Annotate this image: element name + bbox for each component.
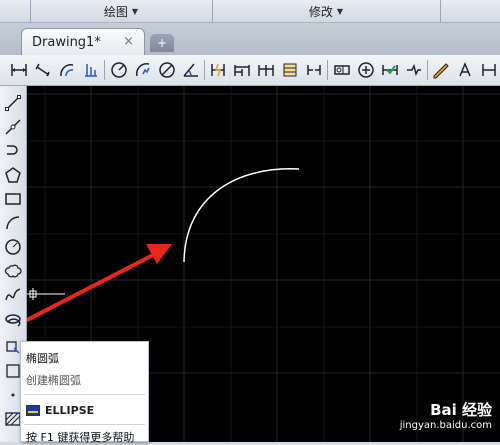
ribbon-panel-titles: 绘图 ▼ 修改 ▼ [0, 0, 500, 23]
command-line-icon [26, 405, 40, 416]
ordinate-dim-icon[interactable] [80, 59, 102, 81]
dropdown-arrow-icon: ▼ [131, 6, 139, 16]
document-tab-bar: Drawing1* × + [0, 23, 500, 55]
tooltip-divider [24, 424, 145, 425]
toolbar-separator [104, 60, 105, 80]
dim-text-edit-icon[interactable] [454, 59, 476, 81]
circle-icon[interactable] [2, 236, 24, 258]
construction-line-icon[interactable] [2, 116, 24, 138]
close-icon[interactable]: × [123, 34, 134, 49]
tolerance-icon[interactable] [331, 59, 353, 81]
ellipse-arc-icon[interactable] [2, 312, 24, 334]
revision-cloud-icon[interactable] [2, 260, 24, 282]
center-mark-icon[interactable] [355, 59, 377, 81]
tab-drawing1[interactable]: Drawing1* × [21, 28, 145, 55]
quick-dim-icon[interactable] [207, 59, 229, 81]
rectangle-icon[interactable] [2, 188, 24, 210]
dropdown-arrow-icon: ▼ [336, 6, 344, 16]
plus-icon: + [156, 36, 168, 50]
tooltip-title: 椭圆弧 [26, 352, 59, 365]
polygon-icon[interactable] [2, 164, 24, 186]
dim-space-icon[interactable] [279, 59, 301, 81]
crosshair-cursor [27, 288, 65, 300]
tooltip-description: 创建椭圆弧 [26, 374, 81, 387]
arc-icon[interactable] [2, 212, 24, 234]
ribbon-panel-modify[interactable]: 修改 ▼ [212, 0, 439, 22]
jogged-dim-icon[interactable] [132, 59, 154, 81]
tooltip-command: ELLIPSE [45, 404, 95, 417]
new-tab-button[interactable]: + [150, 34, 174, 52]
spline-icon[interactable] [2, 284, 24, 306]
line-icon[interactable] [2, 92, 24, 114]
dimension-toolbar [0, 55, 500, 86]
polyline-icon[interactable] [2, 140, 24, 162]
tooltip-help: 按 F1 键获得更多帮助 [26, 431, 135, 444]
aligned-dim-icon[interactable] [32, 59, 54, 81]
dim-edit-icon[interactable] [430, 59, 452, 81]
dim-update-icon[interactable] [478, 59, 500, 81]
toolbar-separator [327, 60, 328, 80]
ribbon-panel-draw[interactable]: 绘图 ▼ [30, 0, 211, 22]
watermark-brand: Bai 经验 [430, 401, 492, 419]
ribbon-panel-draw-label: 绘图 [103, 4, 128, 19]
baseline-dim-icon[interactable] [231, 59, 253, 81]
diameter-dim-icon[interactable] [156, 59, 178, 81]
tab-drawing1-label: Drawing1* [32, 35, 101, 50]
watermark-url: jingyan.baidu.com [399, 420, 492, 431]
continue-dim-icon[interactable] [255, 59, 277, 81]
toolbar-separator [204, 60, 205, 80]
linear-dim-icon[interactable] [8, 59, 30, 81]
radius-dim-icon[interactable] [108, 59, 130, 81]
watermark: Bai 经验 jingyan.baidu.com [400, 402, 492, 434]
jogged-linear-icon[interactable] [403, 59, 425, 81]
angular-dim-icon[interactable] [180, 59, 202, 81]
arc-length-dim-icon[interactable] [56, 59, 78, 81]
ellipse-arc-shape[interactable] [183, 168, 300, 263]
ribbon-panel-partial [440, 0, 500, 22]
tooltip-ellipse-arc: 椭圆弧 创建椭圆弧 ELLIPSE 按 F1 键获得更多帮助 [20, 341, 149, 444]
tooltip-divider [24, 394, 145, 395]
inspect-icon[interactable] [379, 59, 401, 81]
toolbar-separator [427, 60, 428, 80]
dim-break-icon[interactable] [303, 59, 325, 81]
ribbon-panel-modify-label: 修改 [308, 4, 333, 19]
red-arrow-annotation [27, 244, 172, 323]
